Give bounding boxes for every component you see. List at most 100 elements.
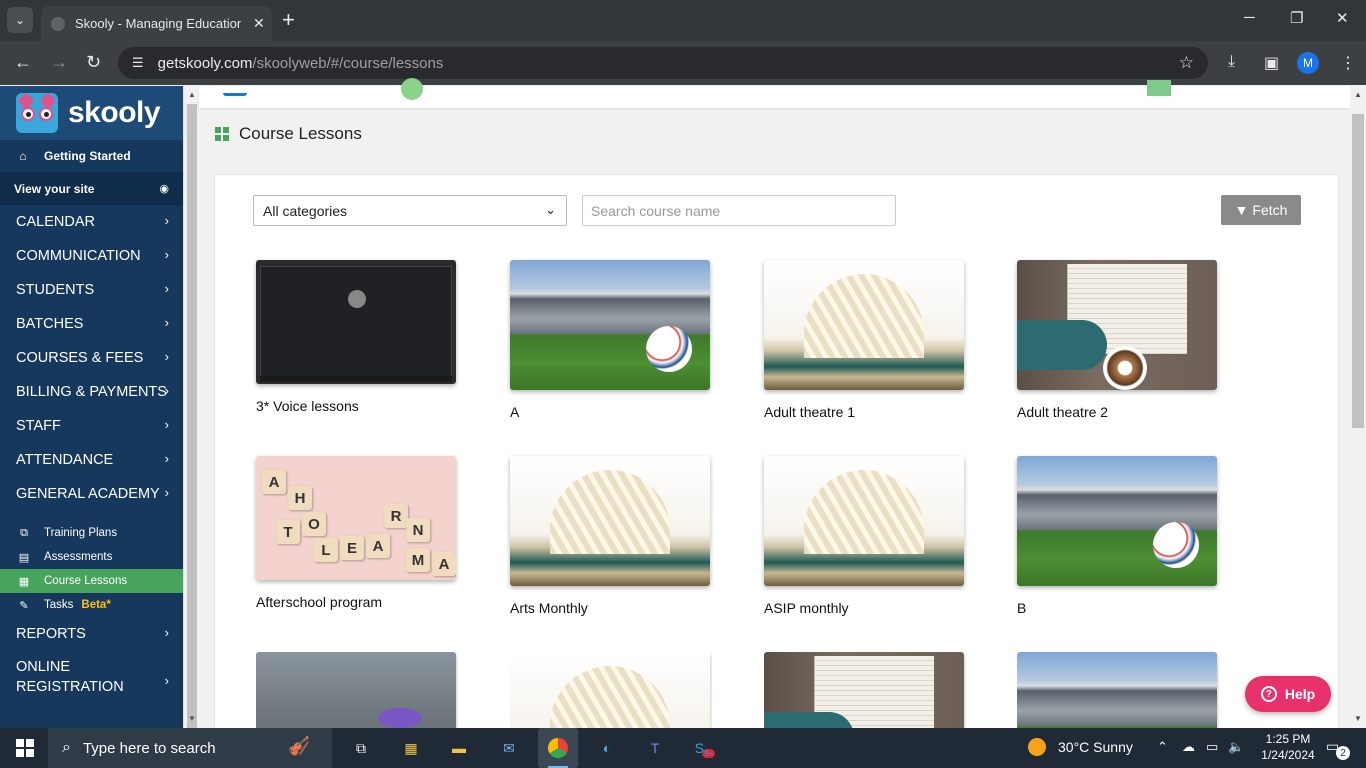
scroll-down-icon[interactable]: ▼ [188,714,196,723]
lesson-thumbnail[interactable] [256,652,456,728]
taskbar-search[interactable]: ⌕ Type here to search 🎻 [48,728,332,768]
lesson-card[interactable] [764,652,966,728]
logo[interactable]: skooly [0,86,183,140]
windows-start-icon[interactable] [16,739,34,757]
mail-icon[interactable]: ✉ [496,736,522,760]
site-settings-icon[interactable]: ☰ [132,55,144,71]
lesson-name[interactable]: A [510,404,712,420]
weather-widget[interactable]: 30°C Sunny [1028,738,1133,756]
notification-icon[interactable]: ▭ 2 [1326,738,1350,760]
sidebar-item-staff[interactable]: STAFF › [0,409,183,443]
scroll-up-icon[interactable]: ▲ [1354,90,1362,99]
lesson-card[interactable] [256,652,458,728]
lesson-card[interactable]: B [1017,456,1219,616]
menu-icon[interactable]: ⋮ [1340,53,1356,73]
lesson-card[interactable]: 3* Voice lessons [256,260,458,414]
store-icon[interactable]: ▦ [398,736,424,760]
tab-search-button[interactable]: ⌄ [7,7,33,33]
lesson-thumbnail[interactable] [764,456,964,586]
lesson-card[interactable] [1017,652,1219,728]
minimize-icon[interactable]: ─ [1244,9,1255,26]
lesson-name[interactable]: Adult theatre 1 [764,404,966,420]
lesson-card[interactable] [510,652,712,728]
chevron-up-icon[interactable]: ⌃ [1157,739,1168,755]
sidebar-subitem-course-lessons[interactable]: ▦ Course Lessons [0,569,183,593]
new-tab-button[interactable]: + [282,8,295,32]
view-your-site[interactable]: View your site ◉ [0,172,183,205]
sidebar-item-attendance[interactable]: ATTENDANCE › [0,443,183,477]
profile-avatar[interactable]: M [1297,52,1319,74]
tab-close-icon[interactable]: ✕ [253,15,265,32]
volume-icon[interactable]: 🔈 [1228,739,1244,755]
clock[interactable]: 1:25 PM 1/24/2024 [1258,731,1318,763]
url-path: /skoolyweb/#/course/lessons [252,54,444,72]
sidebar-item-online-registration[interactable]: ONLINE REGISTRATION › [0,651,183,705]
lesson-name[interactable]: B [1017,600,1219,616]
hamburger-icon[interactable] [223,90,247,96]
lesson-thumbnail[interactable] [510,456,710,586]
lesson-card[interactable]: Adult theatre 1 [764,260,966,420]
sidebar-item-courses-fees[interactable]: COURSES & FEES › [0,341,183,375]
lesson-card[interactable]: ASIP monthly [764,456,966,616]
sidebar-item-getting-started[interactable]: ⌂ Getting Started [0,140,183,172]
sidebar-scroll-thumb[interactable] [187,104,197,734]
lesson-thumbnail[interactable] [256,260,456,384]
lesson-thumbnail[interactable] [1017,652,1217,728]
lesson-name[interactable]: Afterschool program [256,594,458,610]
lesson-name[interactable]: 3* Voice lessons [256,398,458,414]
sidebar-subitem-tasks[interactable]: ✎ Tasks Beta* [0,593,183,617]
side-panel-icon[interactable]: ▣ [1264,53,1279,73]
fetch-button[interactable]: ▼ Fetch [1221,195,1301,225]
lesson-name[interactable]: Arts Monthly [510,600,712,616]
close-window-icon[interactable]: ✕ [1336,9,1349,27]
lesson-card[interactable]: A [510,260,712,420]
lesson-card[interactable]: Adult theatre 2 [1017,260,1219,420]
lesson-thumbnail[interactable] [1017,456,1217,586]
help-button[interactable]: ? Help [1245,676,1331,712]
download-icon[interactable]: ⤓ [1228,53,1235,71]
back-icon[interactable]: ← [14,52,32,72]
network-icon[interactable]: ☁ [1182,739,1195,755]
sidebar-item-communication[interactable]: COMMUNICATION › [0,239,183,273]
sidebar-scrollbar[interactable]: ▲ ▼ [183,86,199,734]
lesson-thumbnail[interactable] [510,260,710,390]
lesson-card[interactable]: AH TO LE AR NM A Afterschool program [256,456,458,610]
search-course-input[interactable] [582,195,896,226]
browser-tab[interactable]: Skooly - Managing Educational ✕ [41,6,272,41]
scroll-down-icon[interactable]: ▼ [1354,714,1362,723]
address-bar[interactable]: ☰ getskooly.com/skoolyweb/#/course/lesso… [118,47,1208,79]
chrome-taskbar-icon[interactable] [538,728,578,768]
lesson-thumbnail[interactable] [1017,260,1217,390]
scroll-up-icon[interactable]: ▲ [188,90,196,99]
sidebar-item-reports[interactable]: REPORTS › [0,617,183,651]
sidebar-item-students[interactable]: STUDENTS › [0,273,183,307]
page-scroll-thumb[interactable] [1352,114,1364,428]
reload-icon[interactable]: ↻ [86,52,101,72]
battery-icon[interactable]: ▭ [1206,739,1218,755]
forward-icon[interactable]: → [50,52,68,72]
sidebar-item-batches[interactable]: BATCHES › [0,307,183,341]
page-scrollbar[interactable]: ▲ ▼ [1350,86,1366,728]
lesson-card[interactable]: Arts Monthly [510,456,712,616]
lesson-thumbnail[interactable] [764,652,964,728]
edge-icon[interactable]: ◐ [594,736,620,760]
task-view-icon[interactable]: ⧉ [348,736,374,760]
lesson-thumbnail[interactable] [510,652,710,728]
lesson-name[interactable]: Adult theatre 2 [1017,404,1219,420]
owl-logo-icon [16,92,58,133]
sidebar-subitem-assessments[interactable]: ▤ Assessments [0,545,183,569]
sidebar-subitem-training-plans[interactable]: ⧉ Training Plans [0,521,183,545]
sidebar-item-general-academy[interactable]: GENERAL ACADEMY › [0,477,183,511]
star-icon[interactable]: ☆ [1179,53,1194,73]
file-explorer-icon[interactable]: ▬ [446,736,472,760]
skype-badge: 9+ [702,748,716,758]
sidebar-item-billing-payments[interactable]: BILLING & PAYMENTS › [0,375,183,409]
category-select[interactable]: All categories ⌄ [253,195,567,226]
lesson-name[interactable]: ASIP monthly [764,600,966,616]
lesson-thumbnail[interactable] [764,260,964,390]
lesson-thumbnail[interactable]: AH TO LE AR NM A [256,456,456,580]
skype-icon[interactable]: S 9+ [692,736,718,760]
teams-icon[interactable]: T [642,736,668,760]
restore-icon[interactable]: ❐ [1290,9,1303,27]
sidebar-item-calendar[interactable]: CALENDAR › [0,205,183,239]
